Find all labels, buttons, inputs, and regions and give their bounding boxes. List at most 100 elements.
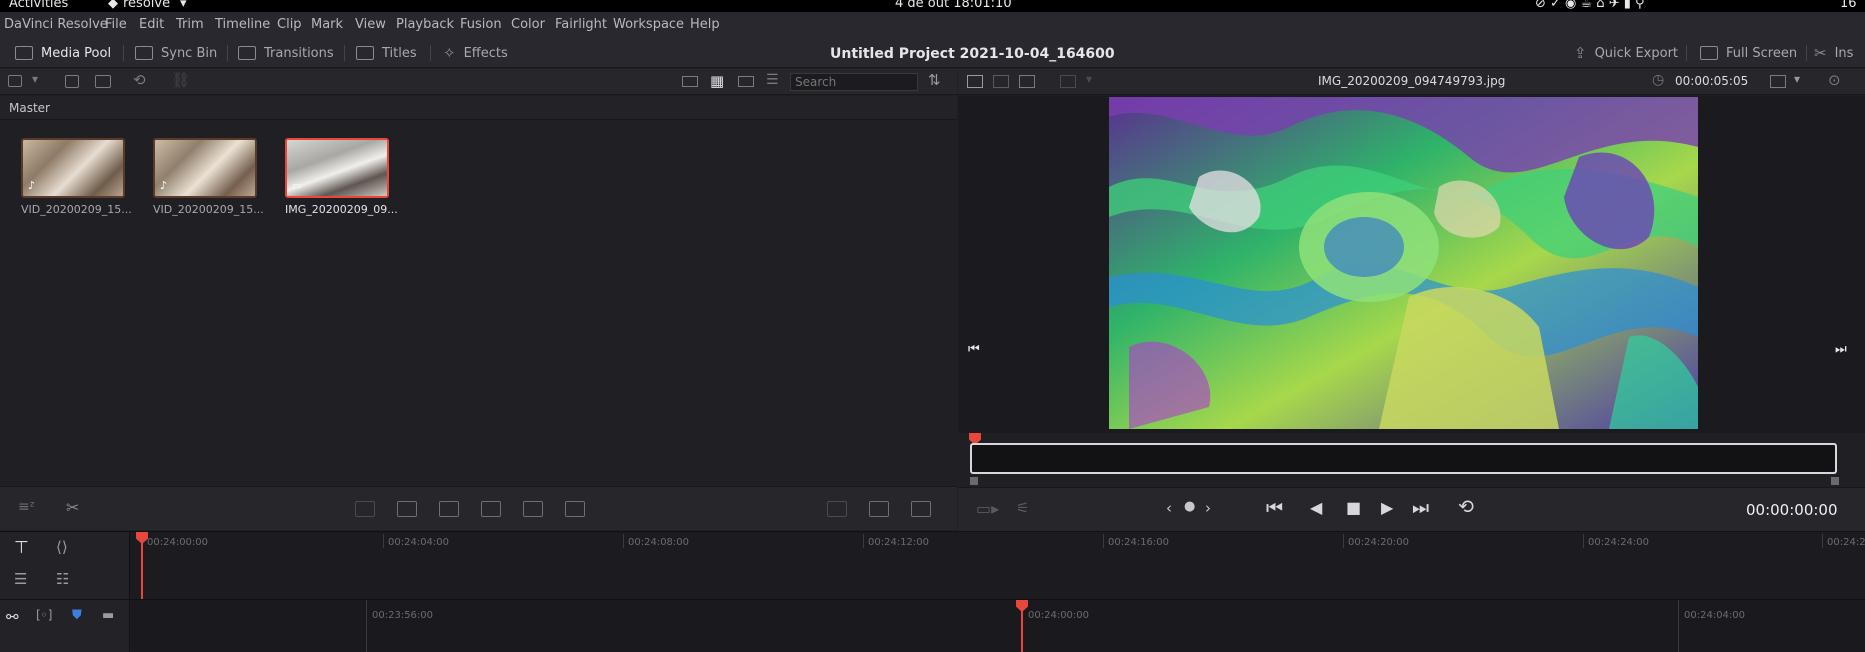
- media-pool-header: ▾ ⟲ ⛓ ▦ ☰ ⇅: [0, 69, 957, 95]
- sync-icon[interactable]: ⟲: [133, 71, 146, 89]
- waveform-icon[interactable]: [911, 501, 931, 517]
- thumbnail-view-icon[interactable]: ▦: [710, 72, 724, 90]
- record-options-icon[interactable]: ⊙: [1828, 71, 1841, 89]
- loop-icon[interactable]: ⟲: [1458, 496, 1474, 518]
- timeline-tools: ⊤ ⟨⟩ ☰ ☷ ⚯ [◦] ⛊ ▬: [0, 532, 130, 652]
- scrub-bar[interactable]: [970, 443, 1837, 474]
- clip-thumbnail[interactable]: ♪ VID_20200209_15...: [21, 138, 132, 216]
- full-screen-label: Full Screen: [1726, 45, 1798, 61]
- effects-label: Effects: [463, 45, 508, 61]
- jog-scrub-area[interactable]: [958, 433, 1865, 487]
- full-screen-icon: [1700, 46, 1718, 60]
- close-up-icon[interactable]: [481, 501, 501, 517]
- selection-tool-icon[interactable]: ⊤: [14, 538, 29, 558]
- clock[interactable]: 4 de out 18:01:10: [895, 0, 1012, 11]
- track-height-icon[interactable]: ☷: [56, 570, 69, 588]
- stop-icon[interactable]: ■: [1346, 498, 1361, 517]
- go-to-start-icon[interactable]: ⏮: [1266, 497, 1283, 519]
- full-screen-button[interactable]: Full Screen: [1700, 42, 1797, 64]
- media-pool-button[interactable]: Media Pool: [15, 42, 111, 64]
- menu-davinci-resolve[interactable]: DaVinci Resolve: [4, 17, 108, 32]
- quick-export-button[interactable]: ⇪ Quick Export: [1574, 42, 1678, 64]
- search-input[interactable]: [790, 73, 918, 91]
- link-icon[interactable]: ⚯: [6, 608, 19, 626]
- flag-icon[interactable]: ⛊: [72, 608, 82, 623]
- sync-bin-icon: [135, 46, 153, 60]
- effects-button[interactable]: ✧ Effects: [443, 42, 508, 64]
- titles-button[interactable]: Titles: [356, 42, 417, 64]
- tray-icons[interactable]: ⊘ ✓ ◉ ☕ ⌂ ✈ ▮ ⚲: [1535, 0, 1645, 11]
- jog-right-icon[interactable]: ›: [1205, 499, 1211, 517]
- panel-toggle-icon[interactable]: [8, 75, 22, 87]
- film-icon[interactable]: [1019, 75, 1035, 88]
- divider: [344, 45, 345, 61]
- marker-icon[interactable]: ▬: [102, 608, 114, 623]
- menu-view[interactable]: View: [355, 17, 386, 32]
- viewer-timecode: 00:00:00:00: [1746, 501, 1838, 519]
- go-to-end-icon[interactable]: ⏭: [1412, 497, 1429, 519]
- source-image-icon[interactable]: [967, 75, 983, 88]
- menu-fusion[interactable]: Fusion: [460, 17, 502, 32]
- sort-icon[interactable]: ⇅: [928, 71, 941, 89]
- go-to-first-frame-icon[interactable]: ⏮: [968, 342, 980, 357]
- out-point-handle[interactable]: [1831, 477, 1839, 485]
- clip-thumbnail-selected[interactable]: ▭ IMG_20200209_09...: [285, 138, 398, 216]
- audio-scrub-icon[interactable]: [◦]: [36, 608, 52, 622]
- scissors-icon[interactable]: ✂: [66, 498, 79, 517]
- inspector-button[interactable]: ✂ Ins: [1814, 42, 1853, 64]
- zoom-fit-icon[interactable]: [1770, 75, 1786, 88]
- new-bin-icon[interactable]: [65, 75, 79, 88]
- ruler-tick: [1343, 534, 1344, 548]
- play-icon[interactable]: ▶: [1381, 498, 1393, 517]
- new-smart-bin-icon[interactable]: [95, 75, 111, 88]
- app-menu-icon[interactable]: ◆: [108, 0, 118, 11]
- menu-clip[interactable]: Clip: [277, 17, 302, 32]
- upper-timeline-ruler[interactable]: 00:24:00:00 00:24:04:00 00:24:08:00 00:2…: [131, 532, 1865, 599]
- in-point-handle[interactable]: [970, 477, 978, 485]
- snap-icon[interactable]: ≡ᶻ: [18, 499, 35, 515]
- menu-edit[interactable]: Edit: [139, 17, 164, 32]
- viewer-icon[interactable]: [869, 501, 889, 517]
- menu-help[interactable]: Help: [690, 17, 720, 32]
- master-bin-label[interactable]: Master: [9, 101, 50, 115]
- media-pool-icon: [15, 46, 33, 60]
- app-menu[interactable]: resolve: [123, 0, 170, 11]
- jog-left-icon[interactable]: ‹: [1166, 499, 1172, 517]
- menu-color[interactable]: Color: [511, 17, 545, 32]
- source-viewer[interactable]: ⏮ ⏭: [958, 96, 1865, 433]
- trim-tool-icon[interactable]: ⟨⟩: [56, 538, 68, 556]
- menu-fairlight[interactable]: Fairlight: [555, 17, 607, 32]
- chevron-down-icon[interactable]: ▾: [1794, 72, 1800, 86]
- menu-trim[interactable]: Trim: [176, 17, 204, 32]
- ruler-tick: [623, 534, 624, 548]
- jog-dot-icon[interactable]: ●: [1184, 499, 1195, 514]
- append-icon[interactable]: [397, 501, 417, 517]
- match-frame-icon: ▭▸: [976, 499, 1000, 518]
- duration-icon: ◷: [1652, 72, 1665, 88]
- play-reverse-icon[interactable]: ◀: [1310, 498, 1322, 517]
- menu-mark[interactable]: Mark: [311, 17, 343, 32]
- viewer-frame-image: [1109, 97, 1698, 429]
- media-pool-label: Media Pool: [41, 45, 112, 61]
- filmstrip-view-icon[interactable]: [738, 76, 754, 87]
- menu-workspace[interactable]: Workspace: [613, 17, 684, 32]
- menu-playback[interactable]: Playback: [396, 17, 454, 32]
- go-to-last-frame-icon[interactable]: ⏭: [1835, 342, 1847, 357]
- chevron-down-icon[interactable]: ▾: [32, 72, 38, 86]
- system-top-bar: Activities ◆ resolve ▾ 4 de out 18:01:10…: [0, 0, 1865, 12]
- ripple-overwrite-icon[interactable]: [439, 501, 459, 517]
- clip-thumbnail[interactable]: ♪ VID_20200209_15...: [153, 138, 264, 216]
- lower-timeline-ruler[interactable]: 00:23:56:00 00:24:00:00 00:24:04:00: [131, 600, 1865, 652]
- place-on-top-icon[interactable]: [523, 501, 543, 517]
- track-options-icon[interactable]: ☰: [14, 570, 27, 588]
- media-pool: ♪ VID_20200209_15... ♪ VID_20200209_15..…: [0, 121, 957, 486]
- transitions-button[interactable]: Transitions: [238, 42, 334, 64]
- safe-area-icon[interactable]: [993, 75, 1009, 88]
- source-overwrite-icon[interactable]: [565, 501, 585, 517]
- menu-file[interactable]: File: [105, 17, 127, 32]
- activities-button[interactable]: Activities: [9, 0, 68, 11]
- sync-bin-button[interactable]: Sync Bin: [135, 42, 217, 64]
- menu-timeline[interactable]: Timeline: [215, 17, 270, 32]
- list-view-icon[interactable]: ☰: [766, 72, 779, 88]
- metadata-view-icon[interactable]: [682, 76, 698, 87]
